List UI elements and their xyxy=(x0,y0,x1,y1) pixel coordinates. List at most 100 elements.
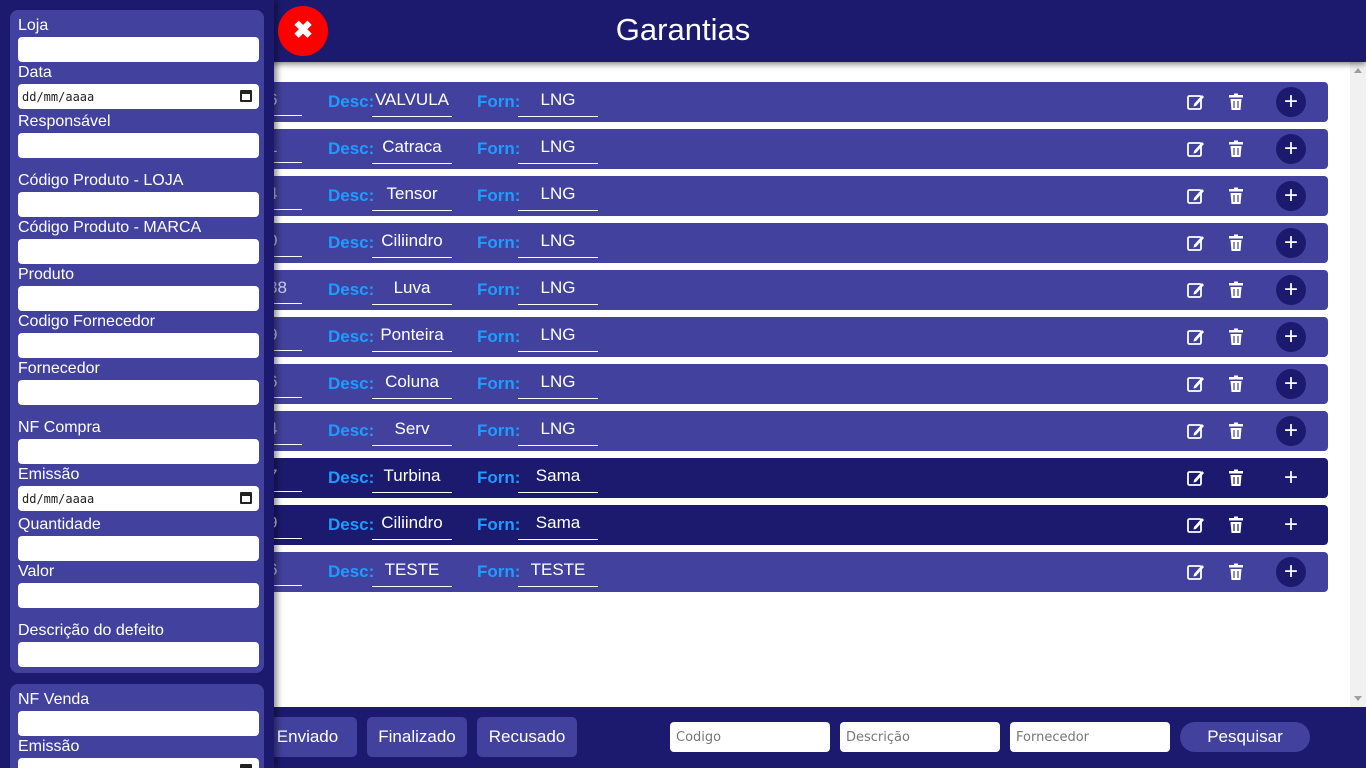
add-button[interactable]: + xyxy=(1276,416,1306,446)
desc-label: Desc: xyxy=(328,139,375,158)
emissao-field: Emissão dd/mm/aaaa xyxy=(18,466,259,511)
add-button[interactable]: + xyxy=(1276,369,1306,399)
nf-compra-input[interactable] xyxy=(18,439,259,464)
trash-icon[interactable] xyxy=(1226,515,1246,535)
forn-value: LNG xyxy=(518,90,598,117)
forn-label: Forn: xyxy=(477,139,521,158)
codigo-fornecedor-field: Codigo Fornecedor xyxy=(18,313,259,358)
edit-icon[interactable] xyxy=(1186,186,1206,206)
form-panel: Loja Data dd/mm/aaaa Responsável Código … xyxy=(10,10,264,673)
scroll-up-icon[interactable] xyxy=(1354,68,1362,73)
desc-label: Desc: xyxy=(328,280,375,299)
edit-icon[interactable] xyxy=(1186,139,1206,159)
table-row: 6 Desc: TESTE Forn: TESTE + xyxy=(262,552,1328,592)
data-input[interactable]: dd/mm/aaaa xyxy=(18,84,259,109)
trash-icon[interactable] xyxy=(1226,327,1246,347)
codigo-fornecedor-input[interactable] xyxy=(18,333,259,358)
recusado-button[interactable]: Recusado xyxy=(477,717,577,757)
responsavel-field: Responsável xyxy=(18,113,259,158)
desc-value: Catraca xyxy=(372,137,452,164)
descricao-defeito-input[interactable] xyxy=(18,642,259,667)
descricao-search-input[interactable] xyxy=(840,722,1000,752)
edit-icon[interactable] xyxy=(1186,327,1206,347)
descricao-defeito-label: Descrição do defeito xyxy=(18,622,164,639)
table-row: 4 Desc: Tensor Forn: LNG + xyxy=(262,176,1328,216)
emissao-input[interactable]: dd/mm/aaaa xyxy=(18,486,259,511)
codigo-loja-input[interactable] xyxy=(18,192,259,217)
fornecedor-search-input[interactable] xyxy=(1010,722,1170,752)
table-row: 9 Desc: Ponteira Forn: LNG + xyxy=(262,317,1328,357)
fornecedor-input[interactable] xyxy=(18,380,259,405)
trash-icon[interactable] xyxy=(1226,374,1246,394)
add-button[interactable]: + xyxy=(1276,134,1306,164)
trash-icon[interactable] xyxy=(1226,468,1246,488)
codigo-search-input[interactable] xyxy=(670,722,830,752)
search-button[interactable]: Pesquisar xyxy=(1180,722,1310,752)
trash-icon[interactable] xyxy=(1226,186,1246,206)
responsavel-input[interactable] xyxy=(18,133,259,158)
produto-label: Produto xyxy=(18,266,75,283)
quantidade-input[interactable] xyxy=(18,536,259,561)
desc-label: Desc: xyxy=(328,92,375,111)
forn-value: Sama xyxy=(518,513,598,540)
desc-label: Desc: xyxy=(328,421,375,440)
calendar-icon[interactable] xyxy=(240,764,252,768)
produto-field: Produto xyxy=(18,266,259,311)
edit-icon[interactable] xyxy=(1186,421,1206,441)
forn-value: LNG xyxy=(518,184,598,211)
desc-value: TESTE xyxy=(372,560,452,587)
codigo-marca-label: Código Produto - MARCA xyxy=(18,219,202,236)
close-button[interactable]: ✖ xyxy=(278,6,328,56)
desc-value: Luva xyxy=(372,278,452,305)
add-button[interactable]: + xyxy=(1276,510,1306,540)
add-button[interactable]: + xyxy=(1276,228,1306,258)
trash-icon[interactable] xyxy=(1226,421,1246,441)
trash-icon[interactable] xyxy=(1226,92,1246,112)
edit-icon[interactable] xyxy=(1186,515,1206,535)
desc-label: Desc: xyxy=(328,233,375,252)
edit-icon[interactable] xyxy=(1186,374,1206,394)
nf-venda-input[interactable] xyxy=(18,711,259,736)
quantidade-field: Quantidade xyxy=(18,516,259,561)
add-button[interactable]: + xyxy=(1276,275,1306,305)
desc-value: VALVULA xyxy=(372,90,452,117)
table-row: 1 Desc: Catraca Forn: LNG + xyxy=(262,129,1328,169)
data-label: Data xyxy=(18,64,52,81)
edit-icon[interactable] xyxy=(1186,92,1206,112)
table-row: 6 Desc: VALVULA Forn: LNG + xyxy=(262,82,1328,122)
add-button[interactable]: + xyxy=(1276,181,1306,211)
produto-input[interactable] xyxy=(18,286,259,311)
forn-value: LNG xyxy=(518,419,598,446)
edit-icon[interactable] xyxy=(1186,233,1206,253)
desc-label: Desc: xyxy=(328,186,375,205)
trash-icon[interactable] xyxy=(1226,139,1246,159)
table-row: 0 Desc: Ciliindro Forn: LNG + xyxy=(262,223,1328,263)
forn-label: Forn: xyxy=(477,374,521,393)
trash-icon[interactable] xyxy=(1226,280,1246,300)
finalizado-button[interactable]: Finalizado xyxy=(367,717,467,757)
add-button[interactable]: + xyxy=(1276,463,1306,493)
fornecedor-label: Fornecedor xyxy=(18,360,100,377)
scroll-down-icon[interactable] xyxy=(1354,696,1362,701)
loja-input[interactable] xyxy=(18,37,259,62)
edit-icon[interactable] xyxy=(1186,562,1206,582)
trash-icon[interactable] xyxy=(1226,233,1246,253)
edit-icon[interactable] xyxy=(1186,468,1206,488)
valor-label: Valor xyxy=(18,563,55,580)
emissao-venda-input[interactable] xyxy=(18,758,259,768)
edit-icon[interactable] xyxy=(1186,280,1206,300)
add-button[interactable]: + xyxy=(1276,87,1306,117)
add-button[interactable]: + xyxy=(1276,557,1306,587)
scrollbar[interactable] xyxy=(1350,62,1366,707)
desc-value: Ponteira xyxy=(372,325,452,352)
trash-icon[interactable] xyxy=(1226,562,1246,582)
codigo-marca-input[interactable] xyxy=(18,239,259,264)
calendar-icon[interactable] xyxy=(240,90,252,102)
forn-value: TESTE xyxy=(518,560,598,587)
forn-label: Forn: xyxy=(477,92,521,111)
nf-compra-label: NF Compra xyxy=(18,419,101,436)
add-button[interactable]: + xyxy=(1276,322,1306,352)
table-row: 9 Desc: Ciliindro Forn: Sama + xyxy=(262,505,1328,545)
valor-input[interactable] xyxy=(18,583,259,608)
calendar-icon[interactable] xyxy=(240,492,252,504)
